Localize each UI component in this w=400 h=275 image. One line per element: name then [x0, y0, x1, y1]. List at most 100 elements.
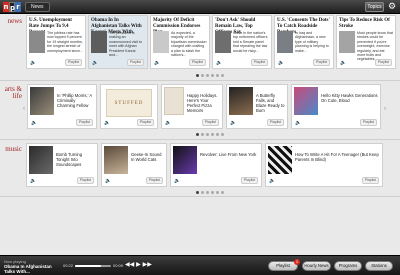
- playlist-button[interactable]: Playlist: [266, 119, 284, 126]
- card-caption: Happy Holidays. Here's Your Perfect Pizz…: [187, 93, 218, 113]
- progress-fill: [75, 265, 101, 267]
- speaker-icon[interactable]: 🔈: [165, 121, 171, 126]
- card-caption: Bomb Turning Tonight Into Soundscapes: [56, 152, 83, 167]
- row-divider: [0, 80, 400, 81]
- card-body: Most people know that strokes could be p…: [357, 31, 393, 61]
- playlist-button[interactable]: Playlist: [75, 119, 93, 126]
- arts-card[interactable]: Hello Kitty Hawks Generations On Cute, B…: [291, 84, 381, 129]
- music-card[interactable]: Bomb Turning Tonight Into Soundscapes 🔈 …: [26, 143, 98, 187]
- arts-card[interactable]: In 'Phillip Morris,' A Criminally Charmi…: [27, 84, 97, 129]
- card-caption: Revolver: Live From New York: [200, 152, 257, 157]
- hourly-news-button[interactable]: Hourly News: [302, 261, 331, 271]
- arts-card[interactable]: Happy Holidays. Here's Your Perfect Pizz…: [161, 84, 223, 129]
- playlist-count-badge: 1: [294, 259, 300, 265]
- arts-card[interactable]: A Butterfly Falls, and Blaze Ready to Bu…: [226, 84, 288, 129]
- logo-r: r: [15, 2, 21, 12]
- playlist-button[interactable]: Playlist: [374, 59, 392, 66]
- card-body: The jobless rate has now topped 9 percen…: [47, 31, 83, 53]
- speaker-icon[interactable]: 🔈: [92, 61, 98, 66]
- speaker-icon[interactable]: 🔈: [30, 61, 36, 66]
- arts-next-arrow[interactable]: ›: [383, 84, 387, 134]
- playlist-button[interactable]: Playlist: [361, 177, 379, 184]
- card-image: [29, 146, 53, 174]
- row-divider: [0, 139, 400, 140]
- speaker-icon[interactable]: 🔈: [340, 61, 346, 66]
- book-cover: STUFFED: [106, 89, 152, 117]
- music-card[interactable]: How To Write A Hit For A Teenager (But K…: [265, 143, 383, 187]
- row-divider: [0, 196, 400, 197]
- topics-button[interactable]: Topics: [365, 2, 384, 12]
- arts-card[interactable]: STUFFED 🔈 Playlist: [100, 84, 158, 129]
- playlist-button[interactable]: Playlist: [126, 59, 144, 66]
- speaker-icon[interactable]: 🔈: [295, 121, 301, 126]
- news-pager[interactable]: [196, 73, 224, 77]
- playlist-button[interactable]: Playlist: [201, 119, 219, 126]
- progress-track[interactable]: [75, 265, 111, 267]
- news-card[interactable]: U.S. Unemployment Rate Jumps To 9.4 Perc…: [26, 15, 86, 69]
- category-news: news: [7, 17, 22, 25]
- card-image: [229, 87, 253, 115]
- speaker-icon[interactable]: 🔈: [278, 61, 284, 66]
- card-thumbnail: [91, 31, 107, 53]
- music-pager[interactable]: [196, 190, 224, 194]
- playlist-button[interactable]: Playlist: [188, 59, 206, 66]
- card-body: As expected, a majority of the bipartisa…: [171, 31, 207, 58]
- news-card[interactable]: Obama In In Afghanistan Talks With Karza…: [88, 15, 148, 69]
- stations-button[interactable]: Stations: [365, 261, 393, 271]
- news-tab[interactable]: News: [25, 2, 50, 12]
- category-arts-life: arts & life: [4, 85, 22, 100]
- card-image: [164, 87, 184, 115]
- card-thumbnail: [215, 31, 231, 53]
- speaker-icon[interactable]: 🔈: [31, 121, 37, 126]
- card-caption: In 'Phillip Morris,' A Criminally Charmi…: [57, 93, 92, 108]
- transport-controls[interactable]: ◀◀ ▶ ▶▶: [125, 261, 152, 269]
- top-bar: n p r News Topics ⚙: [0, 0, 400, 14]
- total-time: 00:09: [113, 263, 124, 268]
- npr-logo[interactable]: n p r: [3, 2, 21, 12]
- speaker-icon[interactable]: 🔈: [230, 121, 236, 126]
- playlist-button[interactable]: Playlist: [250, 59, 268, 66]
- news-card[interactable]: Majority Of Deficit Commission Endorses …: [150, 15, 210, 69]
- card-thumbnail: [277, 31, 293, 53]
- card-image: [268, 146, 292, 174]
- speaker-icon[interactable]: 🔈: [30, 179, 36, 184]
- speaker-icon[interactable]: 🔈: [216, 61, 222, 66]
- card-caption: Geese-In Sound In World Cats: [131, 152, 162, 162]
- card-caption: How To Write A Hit For A Teenager (But K…: [295, 152, 379, 162]
- card-thumbnail: [29, 31, 45, 53]
- playlist-button[interactable]: Playlist: [76, 177, 94, 184]
- card-image: [173, 146, 197, 174]
- card-caption: A Butterfly Falls, and Blaze Ready to Bu…: [256, 93, 285, 113]
- news-card[interactable]: 'Don't Ask' Should Remain Law, Top Offic…: [212, 15, 272, 69]
- speaker-icon[interactable]: 🔈: [104, 121, 110, 126]
- card-image: [294, 87, 318, 115]
- card-image: [30, 87, 54, 115]
- playlist-button[interactable]: Playlist: [145, 177, 163, 184]
- news-card[interactable]: Tips To Reduce Risk Of Stroke Most peopl…: [336, 15, 396, 69]
- arts-pager[interactable]: [196, 132, 224, 136]
- programs-button[interactable]: Programs: [334, 261, 362, 271]
- card-title: Tips To Reduce Risk Of Stroke: [339, 18, 390, 29]
- gear-icon[interactable]: ⚙: [387, 2, 397, 12]
- category-music: music: [5, 145, 22, 153]
- speaker-icon[interactable]: 🔈: [154, 61, 160, 66]
- card-body: In Iraq and Afghanistan, a new type of m…: [295, 31, 329, 53]
- player-bar: Now playing Obama In Afghanistan Talks W…: [0, 255, 400, 275]
- speaker-icon[interactable]: 🔈: [174, 179, 180, 184]
- playlist-button[interactable]: Playlist: [240, 177, 258, 184]
- now-playing-title[interactable]: Obama In Afghanistan Talks With...: [4, 264, 54, 274]
- playlist-button[interactable]: Playlist: [64, 59, 82, 66]
- playlist-button[interactable]: Playlist: [136, 119, 154, 126]
- music-card[interactable]: Revolver: Live From New York 🔈 Playlist: [170, 143, 262, 187]
- card-caption: Hello Kitty Hawks Generations On Cute, B…: [321, 93, 378, 103]
- card-image: [104, 146, 128, 174]
- music-card[interactable]: Geese-In Sound In World Cats 🔈 Playlist: [101, 143, 167, 187]
- playlist-button[interactable]: Playlist: [359, 119, 377, 126]
- playlist-button[interactable]: Playlist: [312, 59, 330, 66]
- current-time: 00:22: [63, 263, 74, 268]
- speaker-icon[interactable]: 🔈: [105, 179, 111, 184]
- arts-prev-arrow[interactable]: ‹: [22, 84, 26, 134]
- speaker-icon[interactable]: 🔈: [269, 179, 275, 184]
- news-card[interactable]: U.S. 'Consents The Dots' To Catch Roadsi…: [274, 15, 334, 69]
- card-body: The president is making an unannounced v…: [109, 31, 142, 58]
